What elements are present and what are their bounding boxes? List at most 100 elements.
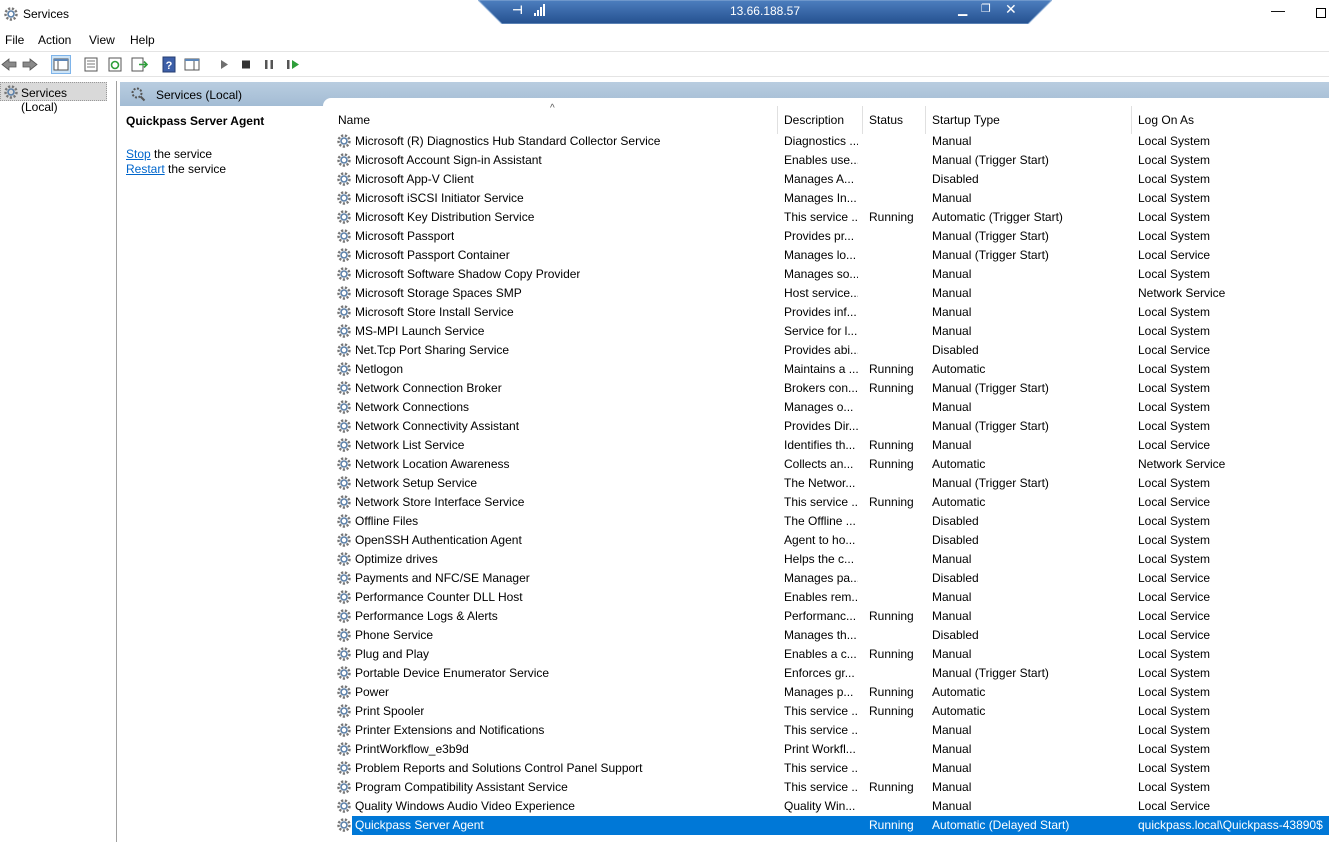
service-gear-icon xyxy=(336,304,352,323)
service-row[interactable]: Microsoft iSCSI Initiator Service Manages… xyxy=(332,189,1329,208)
menu-help[interactable]: Help xyxy=(130,33,155,47)
service-name-cell: Microsoft Account Sign-in Assistant xyxy=(355,153,542,167)
menu-action[interactable]: Action xyxy=(38,33,71,47)
service-status-cell: Running xyxy=(869,818,914,832)
service-logon-cell: Local System xyxy=(1138,476,1211,490)
back-arrow-icon[interactable] xyxy=(0,56,18,73)
gear-icon xyxy=(4,7,18,21)
service-logon-cell: Local System xyxy=(1138,514,1211,528)
restart-service-icon[interactable] xyxy=(284,56,302,73)
service-description-cell: Provides inf... xyxy=(784,305,857,319)
service-row[interactable]: Phone Service Manages th... Disabled Local … xyxy=(332,626,1329,645)
service-startup-cell: Automatic xyxy=(932,495,986,509)
service-startup-cell: Manual xyxy=(932,590,972,604)
tree-node-services-local[interactable]: Services (Local) xyxy=(0,82,107,114)
stop-service-icon[interactable] xyxy=(237,56,255,73)
service-row[interactable]: Print Spooler This service ... Running Auto… xyxy=(332,702,1329,721)
service-startup-cell: Automatic xyxy=(932,457,986,471)
service-row[interactable]: Offline Files The Offline ... Disabled Loca… xyxy=(332,512,1329,531)
service-row[interactable]: Microsoft Key Distribution Service This s… xyxy=(332,208,1329,227)
service-row[interactable]: Plug and Play Enables a c... Running Manual… xyxy=(332,645,1329,664)
service-description-cell: Performanc... xyxy=(784,609,857,623)
service-row[interactable]: Payments and NFC/SE Manager Manages pa...… xyxy=(332,569,1329,588)
menu-view[interactable]: View xyxy=(89,33,115,47)
service-logon-cell: Local System xyxy=(1138,134,1211,148)
service-row[interactable]: Problem Reports and Solutions Control Pa… xyxy=(332,759,1329,778)
service-row[interactable]: Microsoft Passport Container Manages lo..… xyxy=(332,246,1329,265)
service-row[interactable]: Microsoft App-V Client Manages A... Disabl… xyxy=(332,170,1329,189)
properties-icon[interactable] xyxy=(82,56,100,73)
service-row[interactable]: Microsoft Storage Spaces SMP Host service… xyxy=(332,284,1329,303)
svg-text:?: ? xyxy=(166,60,173,72)
service-row[interactable]: Quality Windows Audio Video Experience Qu… xyxy=(332,797,1329,816)
stop-service-link[interactable]: Stop xyxy=(126,147,151,161)
rdp-connection-bar: ⊣ 13.66.188.57 ▁ ❐ ✕ xyxy=(478,0,1052,24)
service-startup-cell: Manual (Trigger Start) xyxy=(932,153,1049,167)
help-icon[interactable]: ? xyxy=(160,56,178,73)
service-status-cell: Running xyxy=(869,438,914,452)
pane-header: Services (Local) xyxy=(120,82,1329,106)
menu-file[interactable]: File xyxy=(5,33,24,47)
service-row[interactable]: Network List Service Identifies th... Runn… xyxy=(332,436,1329,455)
service-logon-cell: Local Service xyxy=(1138,609,1211,623)
service-row[interactable]: Network Connection Broker Brokers con... R… xyxy=(332,379,1329,398)
service-row[interactable]: Portable Device Enumerator Service Enforc… xyxy=(332,664,1329,683)
service-gear-icon xyxy=(336,551,352,570)
service-description-cell: Print Workfl... xyxy=(784,742,856,756)
column-header-description[interactable]: Description xyxy=(778,106,863,134)
service-name-cell: Payments and NFC/SE Manager xyxy=(355,571,530,585)
start-service-icon[interactable] xyxy=(215,56,233,73)
service-logon-cell: Local System xyxy=(1138,324,1211,338)
service-row[interactable]: MS-MPI Launch Service Service for l... Man… xyxy=(332,322,1329,341)
column-header-name[interactable]: Name ^ xyxy=(332,103,778,134)
service-row[interactable]: Net.Tcp Port Sharing Service Provides abi… xyxy=(332,341,1329,360)
service-name-cell: MS-MPI Launch Service xyxy=(355,324,485,338)
service-row[interactable]: Network Connections Manages o... Manual Loc… xyxy=(332,398,1329,417)
service-row[interactable]: Optimize drives Helps the c... Manual Local… xyxy=(332,550,1329,569)
service-gear-icon xyxy=(336,646,352,665)
service-row[interactable]: OpenSSH Authentication Agent Agent to ho.… xyxy=(332,531,1329,550)
service-name-cell: Network Connectivity Assistant xyxy=(355,419,520,433)
service-startup-cell: Manual xyxy=(932,324,972,338)
service-row[interactable]: Power Manages p... Running Automatic Local S… xyxy=(332,683,1329,702)
column-header-startup-type[interactable]: Startup Type xyxy=(926,106,1132,134)
service-row[interactable]: Network Connectivity Assistant Provides D… xyxy=(332,417,1329,436)
service-row[interactable]: Netlogon Maintains a ... Running Automatic L… xyxy=(332,360,1329,379)
service-row[interactable]: Microsoft (R) Diagnostics Hub Standard C… xyxy=(332,132,1329,151)
service-row[interactable]: Microsoft Store Install Service Provides … xyxy=(332,303,1329,322)
service-gear-icon xyxy=(336,323,352,342)
rdp-close-button[interactable]: ✕ xyxy=(1005,1,1017,18)
forward-arrow-icon[interactable] xyxy=(21,56,39,73)
service-logon-cell: Local System xyxy=(1138,742,1211,756)
stop-service-line: Stop the service xyxy=(126,147,212,161)
service-status-cell: Running xyxy=(869,609,914,623)
service-row[interactable]: Performance Logs & Alerts Performanc... Ru… xyxy=(332,607,1329,626)
service-description-cell: This service ... xyxy=(784,495,858,509)
service-gear-icon xyxy=(336,722,352,741)
export-list-icon[interactable] xyxy=(130,56,148,73)
service-name-cell: Network Connections xyxy=(355,400,470,414)
restart-service-link[interactable]: Restart xyxy=(126,162,165,176)
service-row[interactable]: Quickpass Server Agent Running Automatic (… xyxy=(332,816,1329,835)
service-row[interactable]: PrintWorkflow_e3b9d Print Workfl... Manual… xyxy=(332,740,1329,759)
console-tree-icon[interactable] xyxy=(51,55,71,74)
rdp-minimize-button[interactable]: ▁ xyxy=(958,2,967,16)
rdp-restore-button[interactable]: ❐ xyxy=(981,2,991,15)
service-row[interactable]: Microsoft Software Shadow Copy Provider M… xyxy=(332,265,1329,284)
minimize-button[interactable]: — xyxy=(1271,2,1285,22)
service-row[interactable]: Microsoft Account Sign-in Assistant Enabl… xyxy=(332,151,1329,170)
service-row[interactable]: Microsoft Passport Provides pr... Manual (… xyxy=(332,227,1329,246)
pause-service-icon[interactable] xyxy=(260,56,278,73)
column-header-status[interactable]: Status xyxy=(863,106,926,134)
maximize-button[interactable] xyxy=(1316,8,1326,18)
service-startup-cell: Manual xyxy=(932,400,972,414)
service-row[interactable]: Performance Counter DLL Host Enables rem.… xyxy=(332,588,1329,607)
column-header-log-on-as[interactable]: Log On As xyxy=(1132,106,1329,134)
service-row[interactable]: Network Location Awareness Collects an...… xyxy=(332,455,1329,474)
service-row[interactable]: Printer Extensions and Notifications This… xyxy=(332,721,1329,740)
show-hide-action-pane-icon[interactable] xyxy=(183,56,201,73)
service-row[interactable]: Network Store Interface Service This serv… xyxy=(332,493,1329,512)
service-row[interactable]: Network Setup Service The Networ... Manual… xyxy=(332,474,1329,493)
service-row[interactable]: Program Compatibility Assistant Service T… xyxy=(332,778,1329,797)
refresh-icon[interactable] xyxy=(106,56,124,73)
